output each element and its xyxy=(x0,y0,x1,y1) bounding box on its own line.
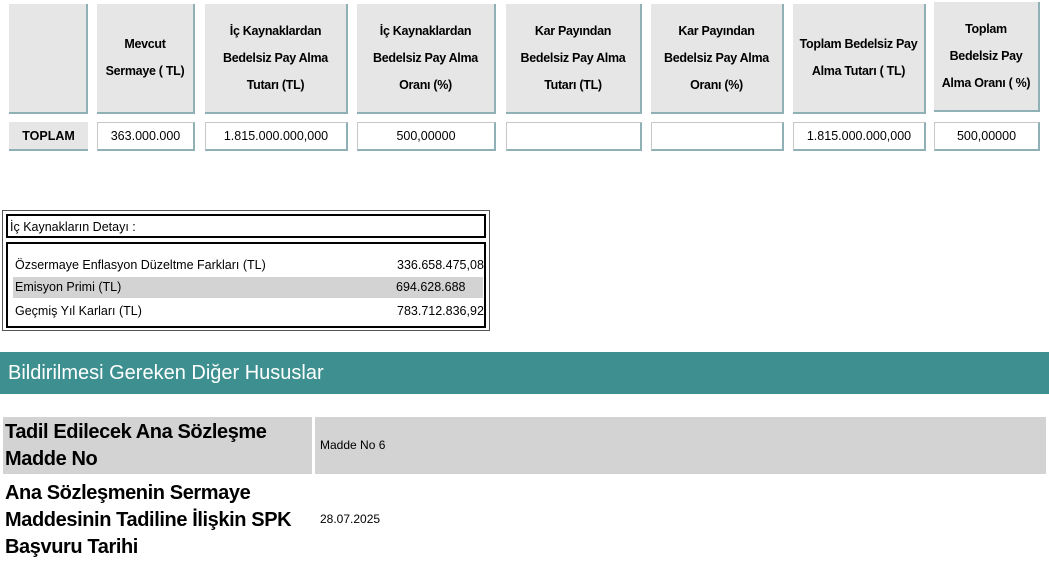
header-toplam-tutar: Toplam Bedelsiz Pay Alma Tutarı ( TL) xyxy=(793,4,926,114)
section-header: Bildirilmesi Gereken Diğer Hususlar xyxy=(0,352,1049,394)
cell-ic-kaynak-oran: 500,00000 xyxy=(357,122,496,151)
header-kar-payi-tutar: Kar Payından Bedelsiz Pay Alma Tutarı (T… xyxy=(506,4,642,114)
info-value: Madde No 6 xyxy=(320,438,386,452)
header-toplam-oran: Toplam Bedelsiz Pay Alma Oranı ( %) xyxy=(934,2,1040,112)
cell-kar-payi-oran xyxy=(651,122,784,151)
header-mevcut-sermaye: Mevcut Sermaye ( TL) xyxy=(97,4,195,114)
detail-row-name: Özsermaye Enflasyon Düzeltme Farkları (T… xyxy=(15,258,266,272)
detail-row-value: 336.658.475,08 xyxy=(397,258,484,272)
info-row-madde-no: Tadil Edilecek Ana Sözleşme Madde No Mad… xyxy=(3,417,1046,474)
detail-row-name: Emisyon Primi (TL) xyxy=(15,280,122,294)
cell-ic-kaynak-tutar: 1.815.000.000,000 xyxy=(205,122,348,151)
detail-title: İç Kaynakların Detayı : xyxy=(6,214,486,238)
cell-toplam-tutar: 1.815.000.000,000 xyxy=(793,122,926,151)
header-empty xyxy=(9,4,88,114)
info-value: 28.07.2025 xyxy=(320,512,381,526)
detail-row: Emisyon Primi (TL) xyxy=(13,277,394,298)
detail-row: Özsermaye Enflasyon Düzeltme Farkları (T… xyxy=(13,255,484,276)
cell-mevcut-sermaye: 363.000.000 xyxy=(97,122,195,151)
info-row-spk-date: Ana Sözleşmenin Sermaye Maddesinin Tadil… xyxy=(3,478,1046,560)
info-label: Tadil Edilecek Ana Sözleşme Madde No xyxy=(3,417,315,474)
cell-toplam-oran: 500,00000 xyxy=(934,122,1040,151)
info-label: Ana Sözleşmenin Sermaye Maddesinin Tadil… xyxy=(5,482,292,558)
header-ic-kaynak-oran: İç Kaynaklardan Bedelsiz Pay Alma Oranı … xyxy=(357,4,496,114)
header-ic-kaynak-tutar: İç Kaynaklardan Bedelsiz Pay Alma Tutarı… xyxy=(205,4,348,114)
cell-kar-payi-tutar xyxy=(506,122,642,151)
detail-panel: İç Kaynakların Detayı : Özsermaye Enflas… xyxy=(2,210,490,331)
detail-row-name: Geçmiş Yıl Karları (TL) xyxy=(15,304,142,318)
header-kar-payi-oran: Kar Payından Bedelsiz Pay Alma Oranı (%) xyxy=(651,4,784,114)
detail-row: Geçmiş Yıl Karları (TL) 783.712.836,92 xyxy=(13,301,484,322)
detail-row-value-cell: 694.628.688 xyxy=(394,277,483,298)
detail-row-value: 694.628.688 xyxy=(396,280,466,294)
row-label-toplam: TOPLAM xyxy=(9,122,88,151)
detail-list: Özsermaye Enflasyon Düzeltme Farkları (T… xyxy=(6,242,486,328)
detail-row-value: 783.712.836,92 xyxy=(397,304,484,318)
